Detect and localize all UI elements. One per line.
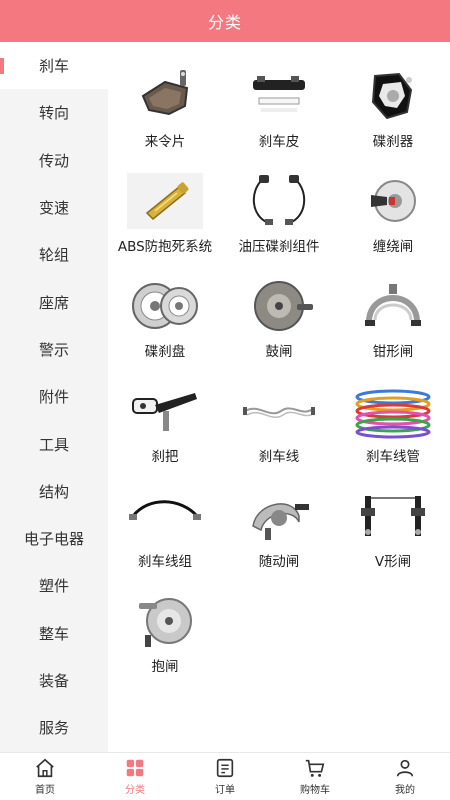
tab-label: 我的 [395, 785, 415, 796]
product-item-hub-brake[interactable]: 抱闸 [108, 567, 222, 675]
product-item-caliper-brake[interactable]: 钳形闸 [336, 252, 450, 360]
product-panel: 来令片 刹车皮 碟刹器 ABS防抱死系统 油压碟刹组件 缠绕闸 碟刹盘 鼓闸 钳… [108, 42, 450, 752]
brake-rotor-icon [125, 276, 205, 336]
tab-label: 分类 [125, 785, 145, 796]
v-brake-icon [353, 486, 433, 546]
order-icon [216, 758, 234, 778]
profile-icon [396, 759, 414, 777]
brake-pad-icon [125, 66, 205, 126]
brake-lever-icon [125, 381, 205, 441]
drum-brake-icon [239, 276, 319, 336]
product-label: V形闸 [374, 554, 412, 570]
sidebar-item-gearing[interactable]: 变速 [0, 184, 108, 231]
sidebar-item-label: 附件 [38, 388, 69, 407]
product-item-rotor[interactable]: 碟刹盘 [108, 252, 222, 360]
cart-icon [305, 759, 325, 777]
product-item-disc-caliper[interactable]: 碟刹器 [336, 42, 450, 150]
product-item-abs[interactable]: ABS防抱死系统 [108, 147, 222, 255]
cable-housing-icon [353, 381, 433, 441]
sidebar-item-warning[interactable]: 警示 [0, 326, 108, 373]
sidebar-item-label: 变速 [38, 199, 69, 218]
tab-profile[interactable]: 我的 [360, 753, 450, 800]
active-indicator [0, 58, 4, 74]
product-item-band-brake[interactable]: 缠绕闸 [336, 147, 450, 255]
sidebar-item-label: 转向 [38, 104, 69, 123]
sidebar-item-complete-bike[interactable]: 整车 [0, 610, 108, 657]
sidebar-item-label: 警示 [38, 340, 69, 359]
app-header: 分类 [0, 0, 450, 42]
sidebar-item-steering[interactable]: 转向 [0, 89, 108, 136]
disc-caliper-icon [353, 66, 433, 126]
cable-set-icon [125, 486, 205, 546]
sidebar-item-label: 装备 [38, 672, 69, 690]
product-grid: 来令片 刹车皮 碟刹器 ABS防抱死系统 油压碟刹组件 缠绕闸 碟刹盘 鼓闸 钳… [108, 42, 450, 675]
product-item-drum-brake[interactable]: 鼓闸 [222, 252, 336, 360]
follow-brake-icon [239, 486, 319, 546]
sidebar-item-service[interactable]: 服务 [0, 704, 108, 751]
sidebar-item-accessories[interactable]: 附件 [0, 373, 108, 420]
sidebar-item-tools[interactable]: 工具 [0, 420, 108, 467]
abs-module-icon [125, 171, 205, 231]
bottom-tab-bar: 首页 分类 订单 购物车 我的 [0, 752, 450, 800]
sidebar-item-transmission[interactable]: 传动 [0, 137, 108, 184]
brake-shoe-icon [239, 66, 319, 126]
category-icon [126, 759, 144, 777]
hub-brake-icon [125, 591, 205, 651]
sidebar-item-label: 工具 [38, 435, 69, 454]
tab-home[interactable]: 首页 [0, 753, 90, 800]
product-item-v-brake[interactable]: V形闸 [336, 462, 450, 570]
tab-label: 订单 [215, 785, 235, 796]
sidebar-item-gear[interactable]: 装备 [0, 657, 108, 704]
sidebar-item-label: 结构 [38, 482, 69, 501]
sidebar-item-label: 刹车 [38, 57, 69, 76]
sidebar-item-label: 轮组 [38, 246, 69, 265]
product-item-brake-shoe[interactable]: 刹车皮 [222, 42, 336, 150]
product-item-cable-set[interactable]: 刹车线组 [108, 462, 222, 570]
sidebar-item-label: 电子电器 [23, 530, 84, 549]
product-item-hydraulic-disc[interactable]: 油压碟刹组件 [222, 147, 336, 255]
home-icon [36, 758, 54, 778]
sidebar-item-structure[interactable]: 结构 [0, 468, 108, 515]
tab-label: 首页 [35, 785, 55, 796]
sidebar-item-plastics[interactable]: 塑件 [0, 562, 108, 609]
product-label: 抱闸 [151, 659, 179, 675]
sidebar-item-label: 座席 [38, 293, 69, 312]
sidebar-item-label: 整车 [38, 624, 69, 643]
product-item-follow-brake[interactable]: 随动闸 [222, 462, 336, 570]
tab-cart[interactable]: 购物车 [270, 753, 360, 800]
sidebar-item-electronics[interactable]: 电子电器 [0, 515, 108, 562]
product-label: 随动闸 [258, 554, 300, 570]
sidebar-item-label: 塑件 [38, 577, 69, 596]
sidebar-item-wheelset[interactable]: 轮组 [0, 231, 108, 278]
sidebar-item-label: 传动 [38, 151, 69, 170]
brake-cable-icon [239, 381, 319, 441]
product-item-brake-lever[interactable]: 刹把 [108, 357, 222, 465]
page-title: 分类 [207, 13, 242, 32]
sidebar-item-seat[interactable]: 座席 [0, 278, 108, 325]
sidebar-item-brake[interactable]: 刹车 [0, 42, 108, 90]
hydraulic-disc-kit-icon [239, 171, 319, 231]
product-item-brake-pad[interactable]: 来令片 [108, 42, 222, 150]
caliper-brake-icon [353, 276, 433, 336]
product-item-brake-cable[interactable]: 刹车线 [222, 357, 336, 465]
band-brake-icon [353, 171, 433, 231]
tab-orders[interactable]: 订单 [180, 753, 270, 800]
tab-category[interactable]: 分类 [90, 753, 180, 800]
category-sidebar: 刹车 转向 传动 变速 轮组 座席 警示 附件 工具 结构 电子电器 塑件 整车… [0, 42, 108, 752]
sidebar-item-label: 服务 [38, 719, 69, 738]
tab-label: 购物车 [300, 785, 330, 796]
product-item-cable-housing[interactable]: 刹车线管 [336, 357, 450, 465]
